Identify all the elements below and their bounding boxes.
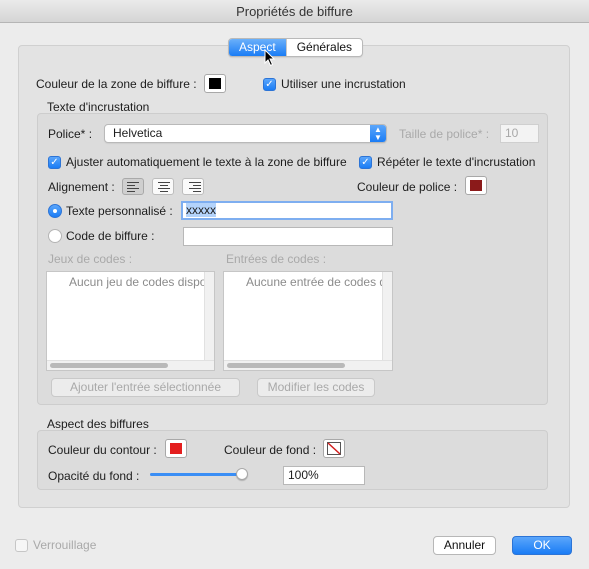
fill-color-label: Couleur de fond : xyxy=(224,443,317,457)
code-sets-empty-text: Aucun jeu de codes dispo xyxy=(69,275,205,289)
ok-button[interactable]: OK xyxy=(512,536,572,555)
font-color-label: Couleur de police : xyxy=(357,180,458,194)
code-entries-vscroll[interactable] xyxy=(382,272,392,360)
autofit-checkbox[interactable]: ✓ xyxy=(48,156,61,169)
tab-aspect[interactable]: Aspect xyxy=(229,39,286,56)
code-radio[interactable] xyxy=(48,229,62,243)
align-left-button[interactable] xyxy=(122,178,144,195)
edit-codes-button[interactable]: Modifier les codes xyxy=(257,378,375,397)
custom-text-label: Texte personnalisé : xyxy=(66,204,173,218)
tab-generales[interactable]: Générales xyxy=(285,39,362,56)
font-popup-value: Helvetica xyxy=(113,126,163,140)
repeat-text-label: Répéter le texte d'incrustation xyxy=(377,155,536,169)
fill-opacity-slider[interactable] xyxy=(236,468,248,480)
code-sets-hscroll[interactable] xyxy=(47,360,214,370)
cancel-button[interactable]: Annuler xyxy=(433,536,496,555)
fill-opacity-slider-fill xyxy=(150,473,242,476)
code-entries-empty-text: Aucune entrée de codes d xyxy=(246,275,382,289)
outline-color-label: Couleur du contour : xyxy=(48,443,157,457)
code-field[interactable] xyxy=(183,227,393,246)
font-popup[interactable]: Helvetica ▲ ▼ xyxy=(104,124,387,143)
lock-label: Verrouillage xyxy=(33,538,97,552)
outline-color-well[interactable] xyxy=(165,439,187,458)
lock-checkbox[interactable] xyxy=(15,539,28,552)
font-label: Police* : xyxy=(48,127,93,141)
popup-arrows-icon: ▲ ▼ xyxy=(370,125,386,142)
code-sets-label: Jeux de codes : xyxy=(48,252,133,266)
code-label: Code de biffure : xyxy=(66,229,155,243)
custom-text-value: xxxxx xyxy=(186,203,216,217)
mouse-pointer-icon xyxy=(264,49,276,67)
fill-color-well[interactable] xyxy=(323,439,345,458)
custom-text-field[interactable]: xxxxx xyxy=(181,201,393,220)
font-size-field[interactable]: 10 xyxy=(500,124,539,143)
code-entries-label: Entrées de codes : xyxy=(226,252,327,266)
align-center-button[interactable] xyxy=(152,178,174,195)
fill-opacity-label: Opacité du fond : xyxy=(48,469,140,483)
fill-opacity-field[interactable]: 100% xyxy=(283,466,365,485)
use-inlay-checkbox[interactable]: ✓ xyxy=(263,78,276,91)
no-fill-icon xyxy=(327,442,341,455)
repeat-text-checkbox[interactable]: ✓ xyxy=(359,156,372,169)
zone-color-well[interactable] xyxy=(204,74,226,93)
autofit-label: Ajuster automatiquement le texte à la zo… xyxy=(66,155,347,169)
align-right-button[interactable] xyxy=(182,178,204,195)
code-sets-list[interactable]: Aucun jeu de codes dispo xyxy=(46,271,215,371)
font-size-label: Taille de police* : xyxy=(399,127,490,141)
alignment-label: Alignement : xyxy=(48,180,115,194)
code-entries-hscroll[interactable] xyxy=(224,360,392,370)
zone-color-label: Couleur de la zone de biffure : xyxy=(36,77,197,91)
add-selected-entry-button[interactable]: Ajouter l'entrée sélectionnée xyxy=(51,378,240,397)
custom-text-radio[interactable] xyxy=(48,204,62,218)
use-inlay-label: Utiliser une incrustation xyxy=(281,77,406,91)
code-sets-vscroll[interactable] xyxy=(204,272,214,360)
font-color-well[interactable] xyxy=(465,176,487,195)
window-title: Propriétés de biffure xyxy=(0,0,589,23)
tab-bar: Aspect Générales xyxy=(228,38,364,57)
code-entries-list[interactable]: Aucune entrée de codes d xyxy=(223,271,393,371)
